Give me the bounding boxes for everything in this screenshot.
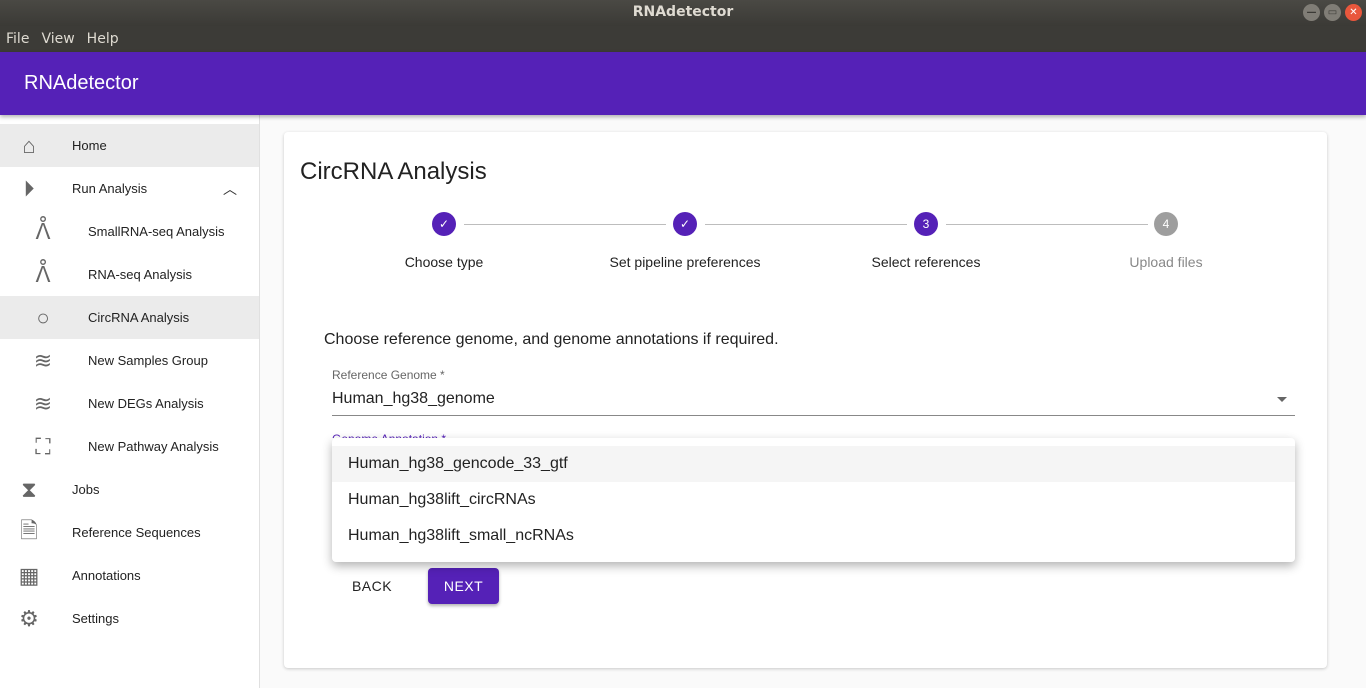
- sidebar-item-label: New DEGs Analysis: [88, 396, 204, 411]
- sidebar-item-label: RNA-seq Analysis: [88, 267, 193, 282]
- reference-genome-label: Reference Genome *: [332, 368, 445, 382]
- window-title: RNAdetector: [632, 4, 734, 20]
- sidebar-item-label: Annotations: [72, 568, 141, 583]
- check-icon: ✓: [432, 212, 456, 236]
- step-label: Select references: [871, 254, 981, 270]
- dropdown-arrow-icon: [1277, 397, 1287, 402]
- chevron-up-icon: ︿: [223, 180, 237, 197]
- step-select-references: 3 Select references: [806, 212, 1046, 270]
- sidebar-item-run-analysis[interactable]: ⏵ Run Analysis ︿: [0, 167, 259, 210]
- reference-genome-value: Human_hg38_genome: [332, 390, 495, 407]
- close-button[interactable]: ✕: [1345, 4, 1362, 21]
- layers-icon: ≋: [33, 347, 53, 373]
- step-upload-files: 4 Upload files: [1046, 212, 1286, 270]
- minimize-button[interactable]: —: [1303, 4, 1320, 21]
- step-label: Choose type: [404, 254, 484, 270]
- back-button[interactable]: BACK: [336, 568, 408, 604]
- menubar: File View Help: [0, 26, 1366, 52]
- menu-help[interactable]: Help: [87, 31, 119, 47]
- sidebar-item-samples-group[interactable]: ≋ New Samples Group: [0, 339, 259, 382]
- sidebar-item-settings[interactable]: ⚙ Settings: [0, 597, 259, 640]
- sidebar-item-label: Reference Sequences: [72, 525, 201, 540]
- circle-icon: ○: [36, 304, 50, 330]
- sidebar-item-label: Run Analysis: [72, 181, 148, 196]
- step-choose-type: ✓ Choose type: [324, 212, 564, 270]
- pathway-icon: ⛶: [35, 433, 51, 459]
- sidebar-item-jobs[interactable]: ⧗ Jobs: [0, 468, 259, 511]
- sidebar-item-rnaseq[interactable]: ᐰ RNA-seq Analysis: [0, 253, 259, 296]
- step-number: 3: [914, 212, 938, 236]
- genome-annotation-dropdown: Human_hg38_gencode_33_gtf Human_hg38lift…: [332, 438, 1295, 562]
- file-icon: 🗎: [20, 517, 38, 543]
- dna-icon: ᐰ: [35, 218, 51, 244]
- layers-icon: ≋: [33, 390, 53, 416]
- sidebar-item-label: New Samples Group: [88, 353, 208, 368]
- menu-view[interactable]: View: [41, 31, 74, 47]
- sidebar-item-label: Home: [72, 138, 107, 153]
- instructions: Choose reference genome, and genome anno…: [324, 331, 779, 348]
- sidebar-item-annotations[interactable]: ▦ Annotations: [0, 554, 259, 597]
- step-label: Set pipeline preferences: [609, 254, 761, 270]
- sidebar-item-label: CircRNA Analysis: [88, 310, 190, 325]
- option-small-ncrnas[interactable]: Human_hg38lift_small_ncRNAs: [332, 518, 1295, 554]
- option-gencode[interactable]: Human_hg38_gencode_33_gtf: [332, 446, 1295, 482]
- sidebar-item-label: Settings: [72, 611, 119, 626]
- sidebar-item-smallrna[interactable]: ᐰ SmallRNA-seq Analysis: [0, 210, 259, 253]
- reference-genome-select[interactable]: Human_hg38_genome: [332, 390, 1295, 416]
- dna-icon: ᐰ: [35, 261, 51, 287]
- sidebar: ⌂ Home ⏵ Run Analysis ︿ ᐰ SmallRNA-seq Analy…: [0, 115, 260, 688]
- menu-file[interactable]: File: [6, 31, 29, 47]
- gear-icon: ⚙: [19, 605, 39, 631]
- maximize-button[interactable]: ▭: [1324, 4, 1341, 21]
- check-icon: ✓: [673, 212, 697, 236]
- app-bar: RNAdetector: [0, 52, 1366, 115]
- analysis-card: CircRNA Analysis ✓ Choose type ✓ Set pipel…: [284, 132, 1327, 668]
- home-icon: ⌂: [22, 132, 36, 158]
- option-circrnas[interactable]: Human_hg38lift_circRNAs: [332, 482, 1295, 518]
- sidebar-item-label: Jobs: [72, 482, 100, 497]
- sidebar-item-label: New Pathway Analysis: [88, 439, 219, 454]
- sidebar-item-pathway[interactable]: ⛶ New Pathway Analysis: [0, 425, 259, 468]
- next-button[interactable]: NEXT: [428, 568, 499, 604]
- sidebar-item-home[interactable]: ⌂ Home: [0, 124, 259, 167]
- hourglass-icon: ⧗: [21, 476, 37, 502]
- sidebar-item-label: SmallRNA-seq Analysis: [88, 224, 225, 239]
- app-title: RNAdetector: [24, 72, 139, 94]
- window-titlebar: RNAdetector — ▭ ✕: [0, 0, 1366, 26]
- sidebar-item-circrna[interactable]: ○ CircRNA Analysis: [0, 296, 259, 339]
- table-icon: ▦: [18, 562, 40, 588]
- page-title: CircRNA Analysis: [300, 158, 487, 185]
- play-circle-icon: ⏵: [23, 175, 35, 201]
- step-pipeline-preferences: ✓ Set pipeline preferences: [565, 212, 805, 270]
- step-number: 4: [1154, 212, 1178, 236]
- step-label: Upload files: [1129, 254, 1203, 270]
- sidebar-item-degs[interactable]: ≋ New DEGs Analysis: [0, 382, 259, 425]
- sidebar-item-reference-sequences[interactable]: 🗎 Reference Sequences: [0, 511, 259, 554]
